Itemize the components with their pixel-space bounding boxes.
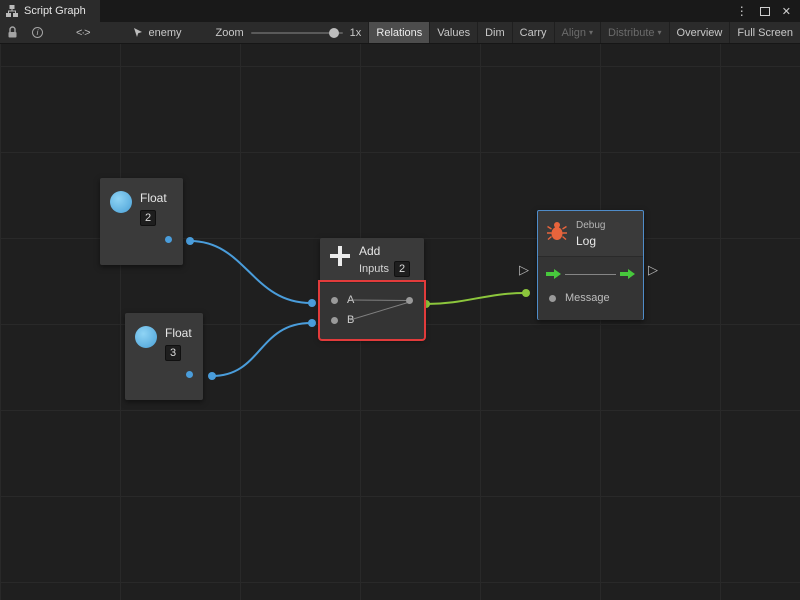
maximize-icon[interactable] — [760, 7, 770, 16]
wire-float1-to-add-a[interactable] — [190, 241, 311, 303]
wire-endpoint-dot — [308, 299, 316, 307]
bug-icon — [546, 220, 568, 242]
debug-node-header: Debug Log — [538, 211, 643, 256]
node-debug-log-selected[interactable]: Debug Log Message — [537, 210, 644, 320]
port-a-label: A — [347, 294, 354, 306]
control-flow-row — [545, 267, 636, 281]
distribute-dropdown[interactable]: Distribute ▾ — [600, 22, 668, 43]
zoom-label: Zoom — [216, 27, 244, 39]
node-title: Add — [359, 244, 410, 258]
control-in-arrow-icon[interactable] — [545, 268, 562, 280]
add-node-header: Add Inputs 2 — [320, 238, 424, 282]
graph-name: enemy — [149, 27, 182, 39]
info-icon[interactable]: i — [25, 22, 50, 43]
graph-pointer-icon — [132, 27, 144, 39]
float-value-field[interactable]: 2 — [140, 210, 156, 226]
code-view-icon[interactable]: <·> — [76, 27, 90, 39]
align-dropdown[interactable]: Align ▾ — [554, 22, 600, 43]
graph-breadcrumb[interactable]: enemy — [124, 27, 190, 39]
dim-button[interactable]: Dim — [477, 22, 512, 43]
node-add[interactable]: Add Inputs 2 A B — [320, 238, 424, 339]
control-relation-line — [565, 274, 616, 275]
chevron-down-icon: ▾ — [589, 28, 593, 37]
wire-add-to-debug-message[interactable] — [426, 293, 525, 304]
inputs-count-field[interactable]: 2 — [394, 261, 410, 277]
zoom-value: 1x — [350, 27, 362, 39]
tab-script-graph[interactable]: Script Graph — [0, 0, 100, 22]
window-controls: ⋮ ✕ — [736, 0, 800, 22]
script-graph-icon — [6, 5, 18, 17]
float-node-content: Float 3 — [135, 326, 193, 361]
plus-icon — [328, 244, 352, 268]
values-button[interactable]: Values — [429, 22, 477, 43]
node-float-1[interactable]: Float 2 — [100, 178, 183, 265]
wire-endpoint-dot — [308, 319, 316, 327]
node-category: Debug — [576, 220, 605, 231]
wire-endpoint-dot — [186, 237, 194, 245]
control-output-triangle-icon[interactable]: ▷ — [648, 263, 658, 277]
lock-icon[interactable] — [0, 22, 25, 43]
input-port-b[interactable]: B — [320, 310, 424, 330]
control-out-arrow-icon[interactable] — [619, 268, 636, 280]
port-dot[interactable] — [331, 297, 338, 304]
node-title: Float — [140, 191, 167, 205]
float-value-field[interactable]: 3 — [165, 345, 181, 361]
wire-endpoint-dot — [522, 289, 530, 297]
control-input-triangle-icon[interactable]: ▷ — [519, 263, 529, 277]
zoom-control: Zoom 1x — [216, 27, 362, 39]
node-float-2[interactable]: Float 3 — [125, 313, 203, 400]
graph-canvas[interactable]: Float 2 Float 3 — [0, 44, 800, 600]
debug-node-body: Message — [538, 256, 643, 320]
toolbar-buttons: Relations Values Dim Carry Align ▾ Distr… — [368, 22, 800, 43]
wire-float2-to-add-b[interactable] — [212, 323, 311, 376]
zoom-slider-handle[interactable] — [329, 28, 339, 38]
input-port-message[interactable]: Message — [545, 292, 636, 304]
relations-button[interactable]: Relations — [368, 22, 429, 43]
graph-toolbar: i <·> enemy Zoom 1x Relations Values Dim… — [0, 22, 800, 44]
zoom-slider[interactable] — [251, 32, 343, 34]
port-b-label: B — [347, 314, 354, 326]
tab-title: Script Graph — [24, 5, 86, 17]
float-type-icon — [135, 326, 157, 348]
overview-button[interactable]: Overview — [669, 22, 730, 43]
node-title: Float — [165, 326, 192, 340]
node-title: Log — [576, 234, 605, 248]
close-icon[interactable]: ✕ — [782, 5, 791, 18]
wire-endpoint-dot — [208, 372, 216, 380]
chevron-down-icon: ▾ — [658, 28, 662, 37]
float-type-icon — [110, 191, 132, 213]
port-dot[interactable] — [331, 317, 338, 324]
carry-button[interactable]: Carry — [512, 22, 554, 43]
add-ports-section-selected[interactable]: A B — [320, 282, 424, 339]
inputs-label: Inputs — [359, 263, 389, 275]
script-graph-window: Script Graph ⋮ ✕ i <·> enemy Zoom — [0, 0, 800, 600]
float-output-port[interactable] — [165, 236, 172, 243]
float-output-port[interactable] — [186, 371, 193, 378]
add-output-port[interactable] — [406, 297, 413, 304]
port-dot[interactable] — [549, 295, 556, 302]
full-screen-button[interactable]: Full Screen — [729, 22, 800, 43]
window-menu-icon[interactable]: ⋮ — [736, 5, 748, 17]
titlebar: Script Graph ⋮ ✕ — [0, 0, 800, 22]
float-node-content: Float 2 — [110, 191, 173, 226]
message-label: Message — [565, 292, 610, 304]
